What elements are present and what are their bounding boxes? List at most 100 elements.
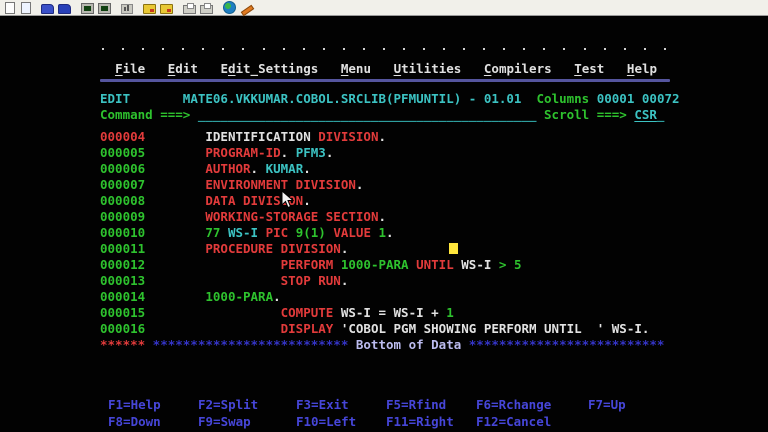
fkey-f11[interactable]: F11=Right xyxy=(386,414,454,430)
code-segment: . xyxy=(356,177,364,192)
ruler-dots xyxy=(102,48,666,50)
indent xyxy=(145,177,205,192)
indent xyxy=(145,321,280,336)
indent xyxy=(145,209,205,224)
ruler-dot xyxy=(363,48,365,50)
session-connect-icon[interactable] xyxy=(41,4,54,14)
ruler-dot xyxy=(343,48,345,50)
bottom-of-data-segment: ****** xyxy=(100,337,145,352)
edit-pen-icon[interactable] xyxy=(240,3,253,14)
printer-icon[interactable] xyxy=(200,5,213,14)
line-number: 000004 xyxy=(100,129,145,144)
menu-item-edit_settings[interactable]: Edit_Settings xyxy=(220,61,318,76)
menu-label: ile xyxy=(123,61,146,76)
terminal-screen-icon[interactable] xyxy=(81,3,94,14)
fkey-f7[interactable]: F7=Up xyxy=(588,397,626,413)
edit-mode-label: EDIT xyxy=(100,91,130,106)
menu-item-test[interactable]: Test xyxy=(574,61,604,76)
scroll-input[interactable]: CSR xyxy=(634,107,657,122)
code-segment: IDENTIFICATION xyxy=(205,129,318,144)
menu-mnemonic: T xyxy=(574,61,582,76)
code-segment: AUTHOR xyxy=(205,161,250,176)
code-line-000004[interactable]: 000004 IDENTIFICATION DIVISION. xyxy=(100,129,386,145)
fkey-f10[interactable]: F10=Left xyxy=(296,414,356,430)
chart-icon[interactable] xyxy=(121,4,133,14)
terminal-screen[interactable]: File Edit Edit_Settings Menu Utilities C… xyxy=(0,17,768,432)
pad xyxy=(521,91,536,106)
fkey-f1[interactable]: F1=Help xyxy=(108,397,161,413)
code-segment: . xyxy=(378,129,386,144)
menu-item-menu[interactable]: Menu xyxy=(341,61,371,76)
session-disconnect-icon[interactable] xyxy=(58,4,71,14)
code-line-000011[interactable]: 000011 PROCEDURE DIVISION. xyxy=(100,241,348,257)
code-segment: WS-I xyxy=(461,257,499,272)
code-line-000009[interactable]: 000009 WORKING-STORAGE SECTION. xyxy=(100,209,386,225)
menu-gap xyxy=(604,61,627,76)
code-line-000014[interactable]: 000014 1000-PARA. xyxy=(100,289,281,305)
folder-send-icon[interactable] xyxy=(143,4,156,14)
line-number: 000007 xyxy=(100,177,145,192)
open-document-icon[interactable] xyxy=(21,2,31,14)
globe-icon[interactable] xyxy=(223,1,236,14)
code-line-000012[interactable]: 000012 PERFORM 1000-PARA UNTIL WS-I > 5 xyxy=(100,257,521,273)
fkey-f9[interactable]: F9=Swap xyxy=(198,414,251,430)
code-line-000007[interactable]: 000007 ENVIRONMENT DIVISION. xyxy=(100,177,363,193)
line-number: 000011 xyxy=(100,241,145,256)
fkey-f6[interactable]: F6=Rchange xyxy=(476,397,551,413)
ruler-dot xyxy=(423,48,425,50)
menu-gap xyxy=(461,61,484,76)
command-input[interactable]: ________________________________________… xyxy=(198,107,537,122)
code-segment: . xyxy=(251,161,266,176)
ruler-dot xyxy=(303,48,305,50)
ruler-dot xyxy=(202,48,204,50)
new-document-icon[interactable] xyxy=(5,2,15,14)
line-number: 000008 xyxy=(100,193,145,208)
text-cursor xyxy=(449,243,458,254)
ruler-dot xyxy=(463,48,465,50)
emulator-toolbar xyxy=(0,0,768,16)
fkey-f2[interactable]: F2=Split xyxy=(198,397,258,413)
code-segment: DIVISION xyxy=(318,129,378,144)
menu-gap xyxy=(552,61,575,76)
bottom-of-data-line: ****** ************************** Bottom… xyxy=(100,337,664,353)
code-segment: . xyxy=(326,145,334,160)
menu-item-compilers[interactable]: Compilers xyxy=(484,61,552,76)
code-line-000015[interactable]: 000015 COMPUTE WS-I = WS-I + 1 xyxy=(100,305,454,321)
folder-receive-icon[interactable] xyxy=(160,4,173,14)
ruler-dot xyxy=(263,48,265,50)
print-setup-icon[interactable] xyxy=(183,5,196,14)
menu-label: it_Settings xyxy=(236,61,319,76)
ruler-dot xyxy=(323,48,325,50)
menu-item-utilities[interactable]: Utilities xyxy=(394,61,462,76)
menu-item-edit[interactable]: Edit xyxy=(168,61,198,76)
indent xyxy=(145,273,280,288)
command-row[interactable]: Command ===> ___________________________… xyxy=(100,107,664,123)
indent xyxy=(145,193,205,208)
fkey-f8[interactable]: F8=Down xyxy=(108,414,161,430)
line-number: 000014 xyxy=(100,289,145,304)
menu-item-file[interactable]: File xyxy=(115,61,145,76)
fkey-f3[interactable]: F3=Exit xyxy=(296,397,349,413)
menu-label: E xyxy=(220,61,228,76)
code-segment: 1000-PARA xyxy=(341,257,416,272)
bottom-of-data-segment: ************************** xyxy=(469,337,665,352)
menu-gap xyxy=(371,61,394,76)
menu-item-help[interactable]: Help xyxy=(627,61,657,76)
terminal-screen-alt-icon[interactable] xyxy=(98,3,111,14)
code-segment: PERFORM xyxy=(281,257,341,272)
ruler-dot xyxy=(142,48,144,50)
code-line-000005[interactable]: 000005 PROGRAM-ID. PFM3. xyxy=(100,145,333,161)
code-line-000010[interactable]: 000010 77 WS-I PIC 9(1) VALUE 1. xyxy=(100,225,394,241)
code-line-000013[interactable]: 000013 STOP RUN. xyxy=(100,273,348,289)
ruler-dot xyxy=(563,48,565,50)
fkey-f12[interactable]: F12=Cancel xyxy=(476,414,551,430)
code-segment: . xyxy=(303,193,311,208)
ruler-dot xyxy=(222,48,224,50)
code-line-000016[interactable]: 000016 DISPLAY 'COBOL PGM SHOWING PERFOR… xyxy=(100,321,649,337)
menu-label: elp xyxy=(634,61,657,76)
code-line-000008[interactable]: 000008 DATA DIVISION. xyxy=(100,193,311,209)
menu-gap xyxy=(198,61,221,76)
code-line-000006[interactable]: 000006 AUTHOR. KUMAR. xyxy=(100,161,311,177)
fkey-f5[interactable]: F5=Rfind xyxy=(386,397,446,413)
code-segment: 9(1) xyxy=(296,225,334,240)
